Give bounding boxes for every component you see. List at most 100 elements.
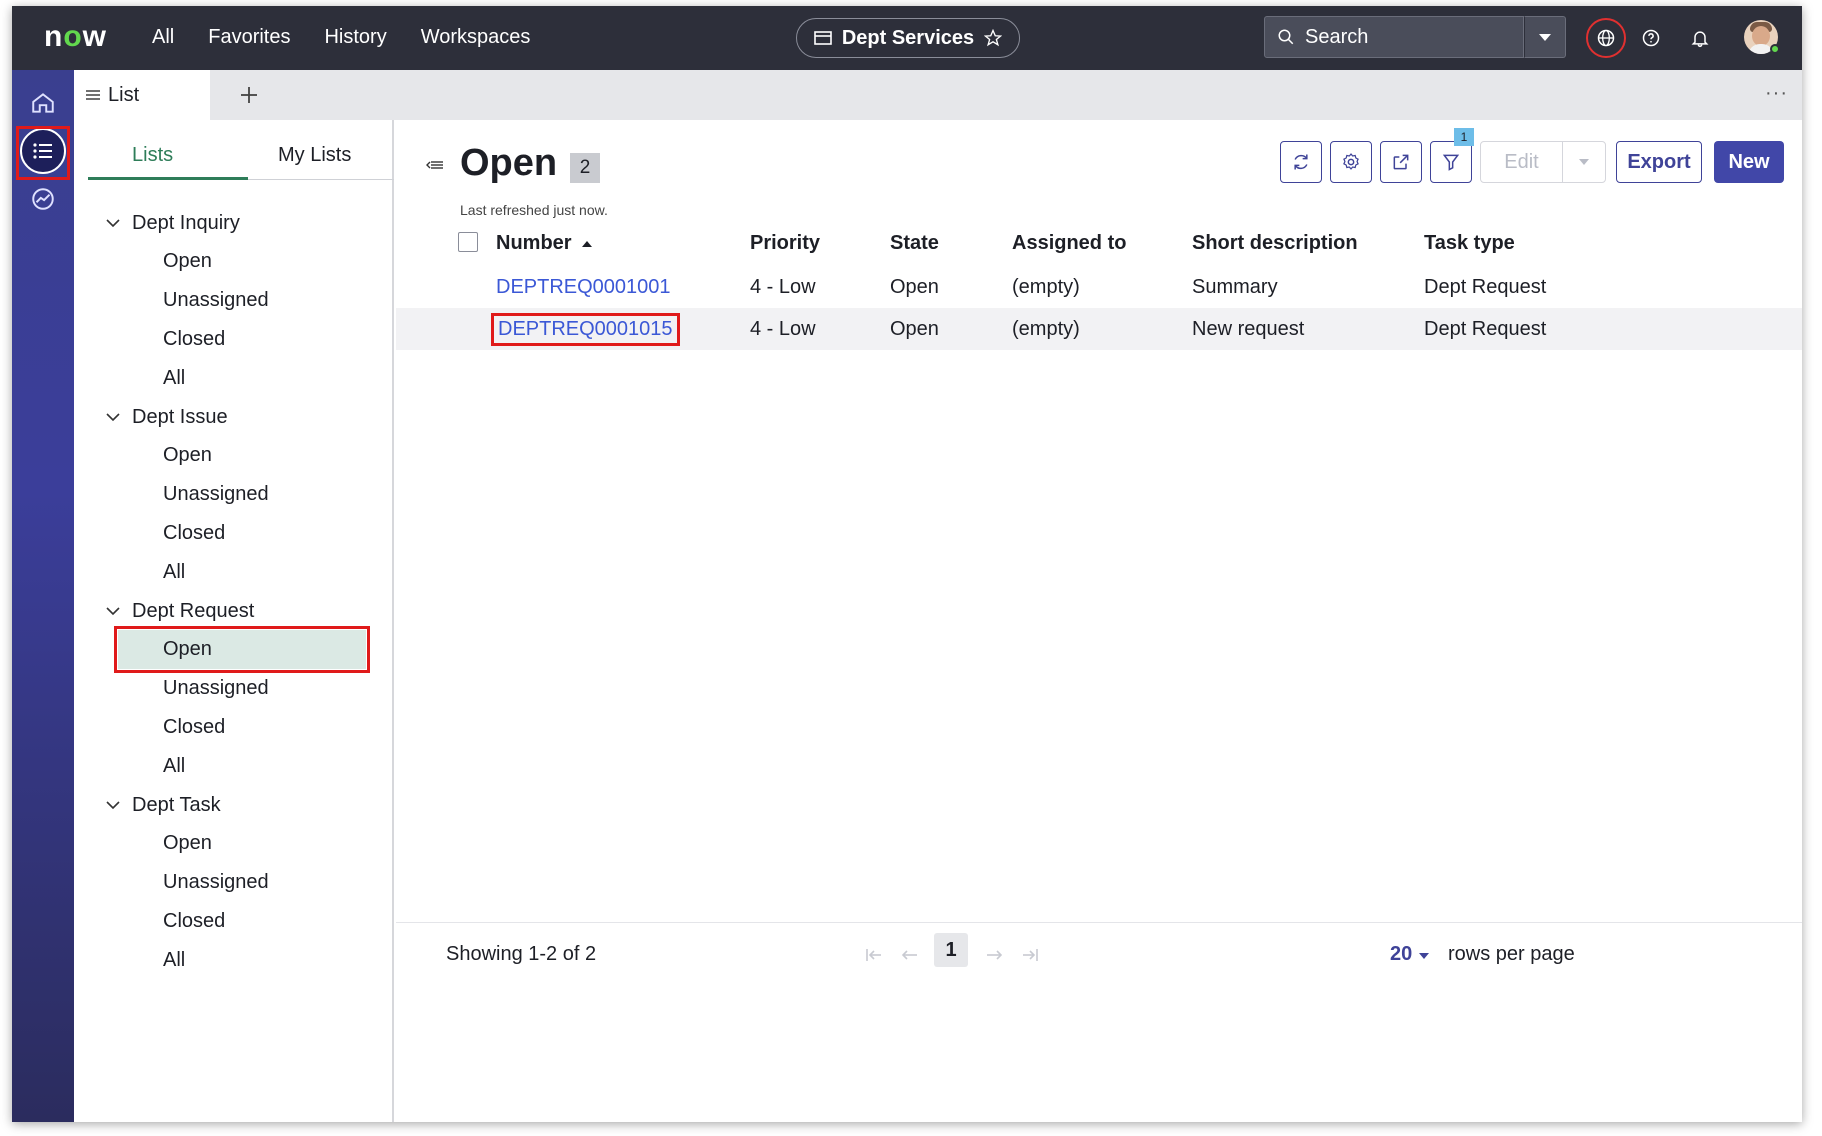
record-number-link[interactable]: DEPTREQ0001015 <box>491 313 680 346</box>
cell-task-type: Dept Request <box>1424 318 1547 340</box>
column-header-assigned-to[interactable]: Assigned to <box>1012 232 1126 255</box>
top-nav-menu: All Favorites History Workspaces <box>152 26 530 49</box>
list-item-issue-all[interactable]: All <box>74 553 392 592</box>
tab-strip: List ··· <box>74 70 1802 120</box>
presence-indicator <box>1770 44 1780 54</box>
gear-icon <box>1343 153 1359 170</box>
global-search[interactable] <box>1264 16 1524 58</box>
chevron-down-icon <box>106 801 120 810</box>
table-row[interactable]: DEPTREQ0001001 4 - Low Open (empty) Summ… <box>396 266 1802 308</box>
list-navigation-panel: Lists My Lists Dept Inquiry Open Unassig… <box>74 120 394 1122</box>
top-navigation-bar: now All Favorites History Workspaces Dep… <box>12 6 1802 70</box>
list-content: Open 2 Last refreshed just now. 1 Edit E… <box>396 120 1802 1122</box>
panel-tabs: Lists My Lists <box>88 120 394 180</box>
filter-button[interactable] <box>1430 141 1472 183</box>
list-item-request-closed[interactable]: Closed <box>74 708 392 747</box>
tab-lists[interactable]: Lists <box>132 144 173 167</box>
caret-down-icon <box>1418 953 1429 959</box>
workspace-pill[interactable]: Dept Services <box>796 18 1020 58</box>
rail-analytics[interactable] <box>20 176 66 222</box>
edit-dropdown[interactable] <box>1563 142 1605 182</box>
column-header-short-description[interactable]: Short description <box>1192 232 1358 255</box>
column-header-priority[interactable]: Priority <box>750 232 820 255</box>
list-item-issue-unassigned[interactable]: Unassigned <box>74 475 392 514</box>
help-button[interactable] <box>1637 24 1665 52</box>
nav-workspaces[interactable]: Workspaces <box>421 26 531 49</box>
column-header-number[interactable]: Number <box>496 232 593 255</box>
list-item-task-all[interactable]: All <box>74 941 392 980</box>
page-title: Open <box>460 142 558 184</box>
list-item-request-open[interactable]: Open <box>114 626 370 673</box>
table-header: Number Priority State Assigned to Short … <box>396 216 1802 266</box>
rail-home[interactable] <box>20 80 66 126</box>
select-all-checkbox[interactable] <box>458 232 478 252</box>
new-button[interactable]: New <box>1714 141 1784 183</box>
refresh-button[interactable] <box>1280 141 1322 183</box>
caret-down-icon <box>1539 34 1551 41</box>
tab-my-lists[interactable]: My Lists <box>278 144 351 167</box>
list-item-inquiry-all[interactable]: All <box>74 359 392 398</box>
refresh-icon <box>1294 154 1308 170</box>
group-dept-inquiry[interactable]: Dept Inquiry <box>74 204 392 242</box>
list-item-issue-open[interactable]: Open <box>74 436 392 475</box>
current-page[interactable]: 1 <box>934 933 968 967</box>
active-tab-underline <box>88 177 248 180</box>
cell-priority: 4 - Low <box>750 318 816 340</box>
workspace-icon <box>814 31 832 45</box>
search-input[interactable] <box>1305 25 1485 49</box>
star-icon[interactable] <box>984 29 1003 47</box>
home-icon <box>32 93 54 113</box>
group-dept-request[interactable]: Dept Request <box>74 592 392 630</box>
last-page-button[interactable] <box>1016 941 1044 969</box>
edit-button[interactable]: Edit <box>1480 141 1606 183</box>
next-page-button[interactable] <box>980 941 1008 969</box>
first-page-button[interactable] <box>860 941 888 969</box>
nav-all[interactable]: All <box>152 26 174 49</box>
nav-history[interactable]: History <box>324 26 386 49</box>
edit-label: Edit <box>1481 142 1563 182</box>
nav-favorites[interactable]: Favorites <box>208 26 290 49</box>
list-item-request-unassigned[interactable]: Unassigned <box>74 669 392 708</box>
share-button[interactable] <box>1380 141 1422 183</box>
tab-label: List <box>108 83 140 106</box>
left-rail <box>12 70 74 1122</box>
list-item-task-closed[interactable]: Closed <box>74 902 392 941</box>
search-scope-dropdown[interactable] <box>1524 16 1566 58</box>
previous-page-button[interactable] <box>896 941 924 969</box>
list-item-inquiry-open[interactable]: Open <box>74 242 392 281</box>
column-header-state[interactable]: State <box>890 232 939 255</box>
list-settings-button[interactable] <box>1330 141 1372 183</box>
group-title: Dept Issue <box>132 405 228 428</box>
add-tab-button[interactable] <box>234 80 264 110</box>
column-header-task-type[interactable]: Task type <box>1424 232 1515 255</box>
caret-down-icon <box>1579 159 1589 165</box>
servicenow-logo[interactable]: now <box>44 20 107 54</box>
group-title: Dept Inquiry <box>132 211 240 234</box>
export-button[interactable]: Export <box>1616 141 1702 183</box>
group-dept-task[interactable]: Dept Task <box>74 786 392 824</box>
list-item-task-open[interactable]: Open <box>74 824 392 863</box>
tab-list[interactable]: List <box>74 70 210 120</box>
language-button[interactable] <box>1586 18 1626 58</box>
list-item-inquiry-unassigned[interactable]: Unassigned <box>74 281 392 320</box>
plus-icon <box>241 87 257 103</box>
first-page-icon <box>866 949 881 961</box>
rows-per-page-select[interactable]: 20 <box>1390 943 1430 966</box>
filter-icon <box>1442 154 1460 171</box>
cell-task-type: Dept Request <box>1424 276 1547 298</box>
list-tree: Dept Inquiry Open Unassigned Closed All … <box>74 204 392 980</box>
list-item-task-unassigned[interactable]: Unassigned <box>74 863 392 902</box>
list-item-issue-closed[interactable]: Closed <box>74 514 392 553</box>
list-lines-icon <box>86 90 100 100</box>
group-dept-issue[interactable]: Dept Issue <box>74 398 392 436</box>
cell-priority: 4 - Low <box>750 276 816 298</box>
cell-assigned-to: (empty) <box>1012 276 1080 298</box>
collapse-panel-button[interactable] <box>426 158 444 176</box>
list-item-inquiry-closed[interactable]: Closed <box>74 320 392 359</box>
list-item-request-all[interactable]: All <box>74 747 392 786</box>
record-number-link[interactable]: DEPTREQ0001001 <box>496 276 671 299</box>
notifications-button[interactable] <box>1686 24 1714 52</box>
more-options-icon[interactable]: ··· <box>1765 82 1788 105</box>
table-row[interactable]: DEPTREQ0001015 4 - Low Open (empty) New … <box>396 308 1802 350</box>
bell-icon <box>1691 31 1709 48</box>
